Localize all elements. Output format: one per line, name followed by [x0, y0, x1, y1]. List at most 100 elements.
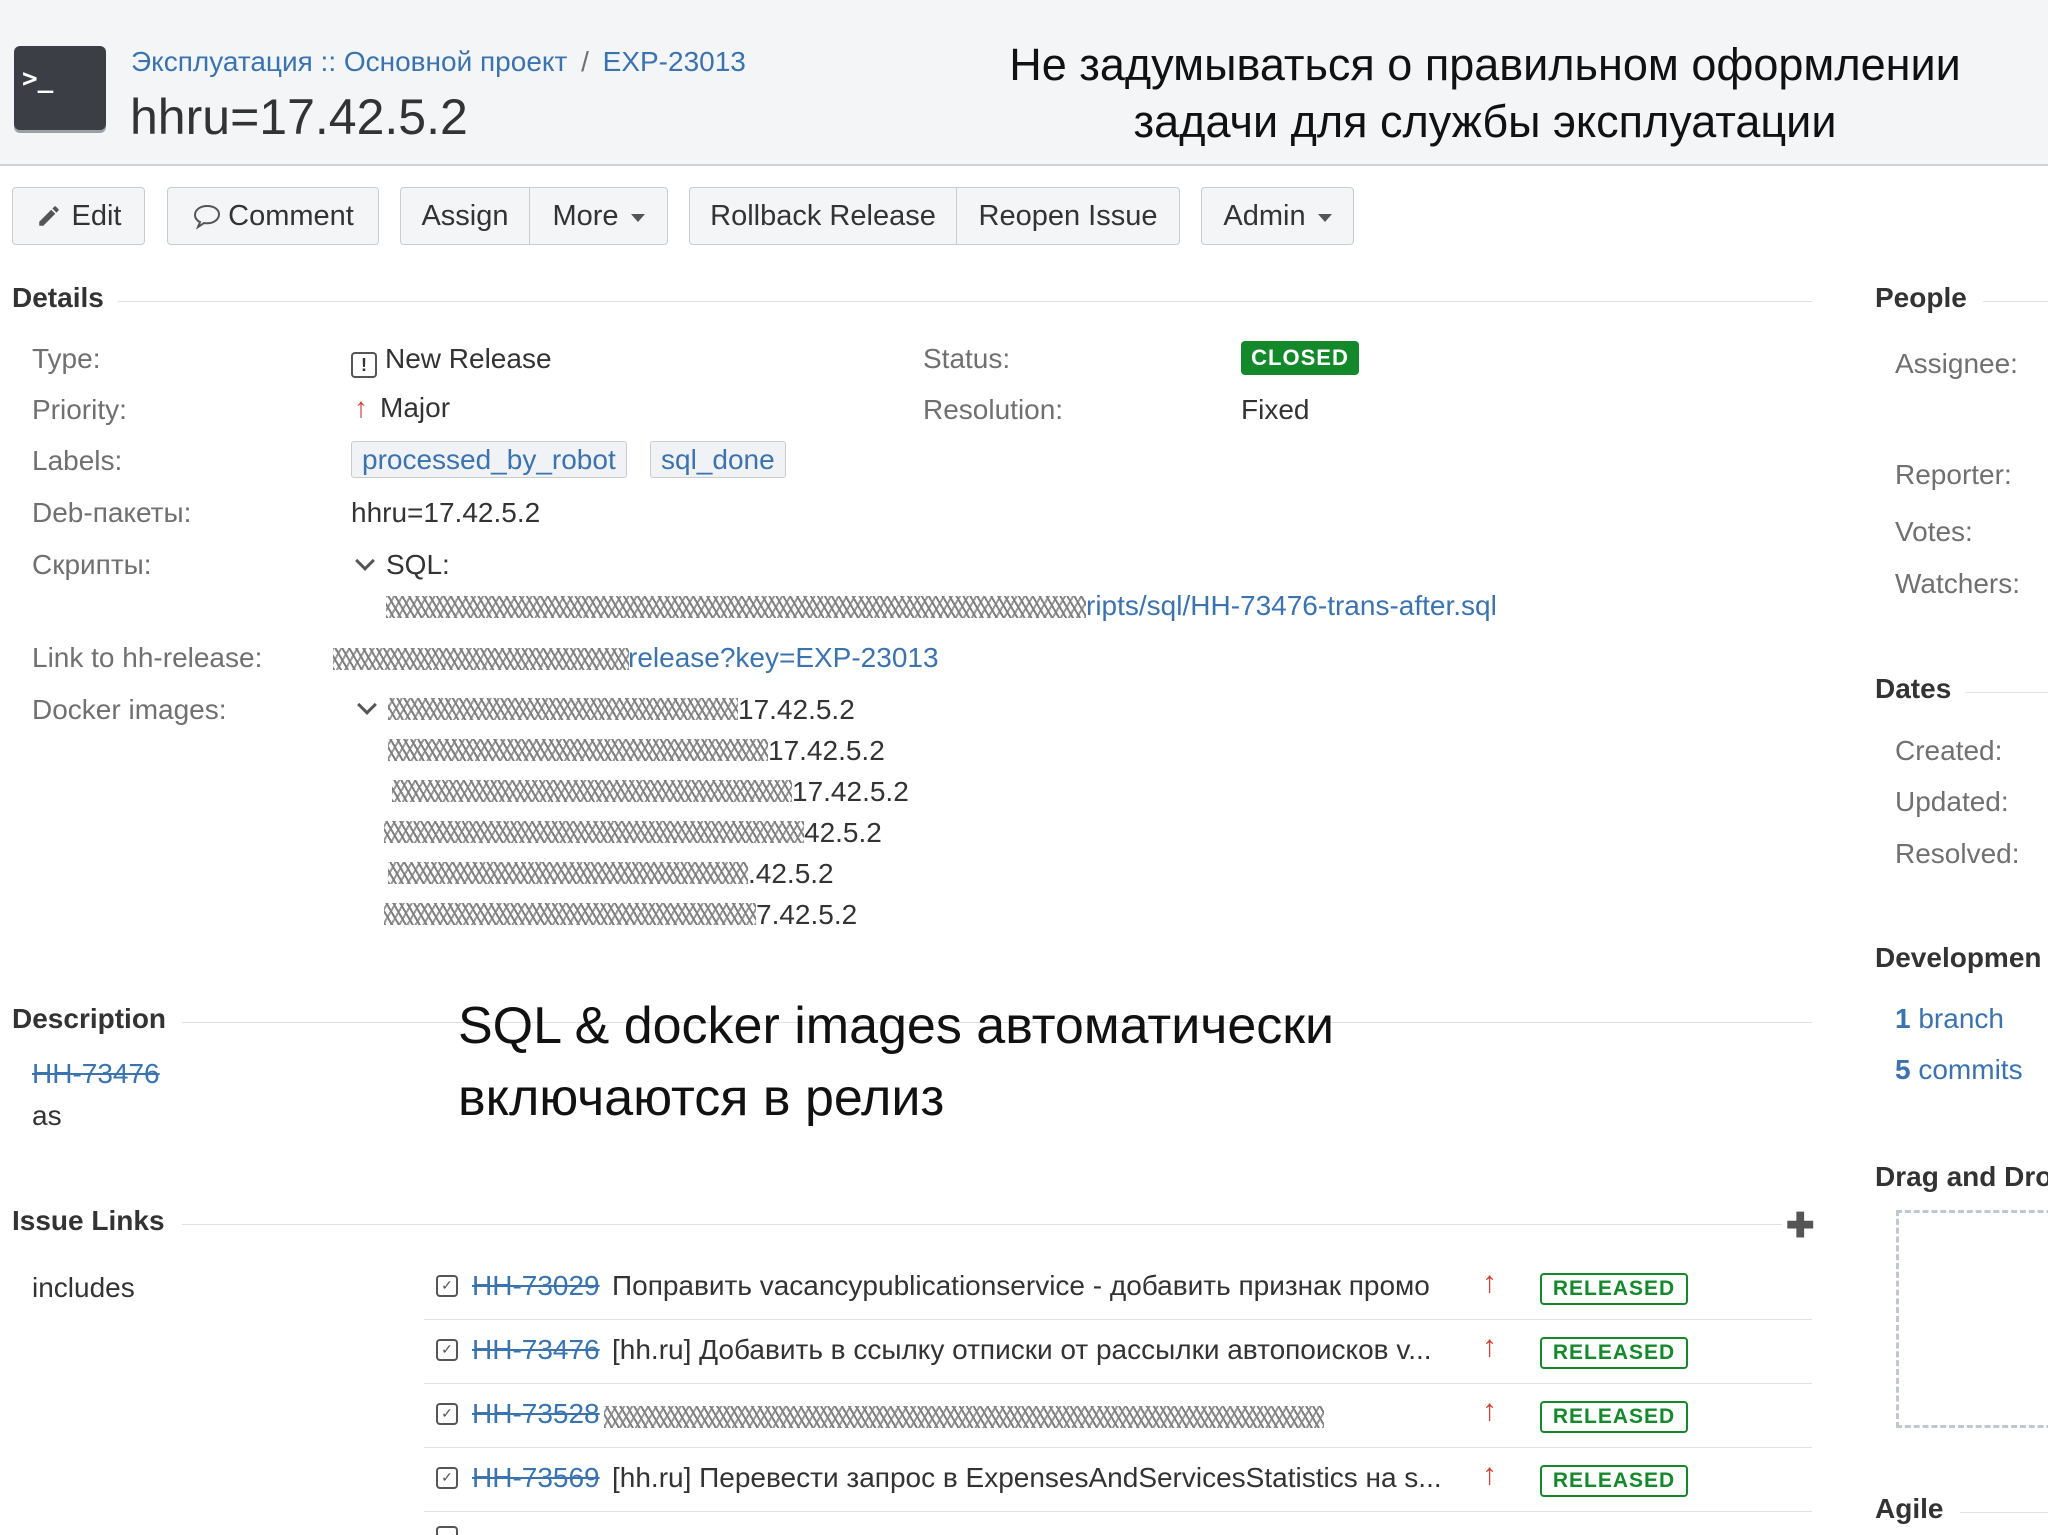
drag-drop-zone[interactable] [1896, 1210, 2048, 1428]
subtask-icon: ✓ [436, 1467, 458, 1489]
priority-value-text: Major [380, 392, 451, 423]
reopen-issue-button[interactable]: Reopen Issue [956, 187, 1180, 245]
redacted-scribble [388, 698, 738, 720]
release-link-label: Link to hh-release: [32, 642, 263, 673]
comment-button-label: Comment [228, 199, 354, 232]
description-heading[interactable]: Description [12, 1003, 166, 1035]
branch-link-label: branch [1918, 1003, 2004, 1034]
type-value: ! New Release [351, 343, 552, 378]
issue-link-row[interactable]: ✓ HH-73569 [hh.ru] Перевести запрос в Ex… [424, 1448, 1812, 1512]
development-heading[interactable]: Developmen [1875, 942, 2042, 974]
issue-link-key[interactable]: HH-73476 [472, 1334, 600, 1366]
issue-link-row-partial [424, 1520, 1812, 1535]
breadcrumb-project-link[interactable]: Эксплуатация :: Основной проект [131, 46, 567, 77]
issue-link-row[interactable]: ✓ HH-73476 [hh.ru] Добавить в ссылку отп… [424, 1320, 1812, 1384]
page-title[interactable]: hhru=17.42.5.2 [130, 88, 468, 146]
issue-link-summary[interactable]: Поправить vacancypublicationservice - до… [612, 1270, 1472, 1302]
edit-button-label: Edit [71, 199, 122, 232]
branch-link[interactable]: 1 branch [1895, 1003, 2004, 1035]
edit-button[interactable]: Edit [12, 187, 145, 245]
priority-label: Priority: [32, 394, 127, 425]
docker-image-line: 17.42.5.2 [738, 694, 855, 725]
breadcrumb: Эксплуатация :: Основной проект / EXP-23… [131, 46, 746, 78]
redacted-scribble [386, 596, 1086, 618]
redacted-scribble [604, 1406, 1324, 1428]
breadcrumb-separator: / [581, 46, 589, 77]
admin-button[interactable]: Admin [1201, 187, 1354, 245]
status-badge: CLOSED [1241, 341, 1359, 375]
chevron-down-icon [355, 551, 375, 571]
comment-button[interactable]: Comment [167, 187, 379, 245]
scripts-sql-toggle[interactable]: SQL: [354, 549, 450, 581]
sql-script-link[interactable]: ripts/sql/HH-73476-trans-after.sql [1086, 590, 1497, 622]
description-issue-link[interactable]: HH-73476 [32, 1058, 160, 1090]
branch-count: 1 [1895, 1003, 1911, 1034]
priority-major-icon: ↑ [1482, 1458, 1497, 1491]
more-button[interactable]: More [529, 187, 668, 245]
label-tag[interactable]: processed_by_robot [351, 441, 627, 478]
scripts-sql-label: SQL: [386, 549, 450, 580]
redacted-scribble [388, 739, 768, 761]
subtask-icon: ✓ [436, 1275, 458, 1297]
docker-image-line: 17.42.5.2 [768, 735, 885, 766]
chevron-down-icon [630, 214, 645, 222]
subtask-icon [436, 1526, 458, 1535]
dates-heading[interactable]: Dates [1875, 673, 1951, 705]
priority-major-icon: ↑ [354, 392, 368, 423]
project-terminal-icon[interactable]: >_ [14, 46, 106, 130]
issue-header: >_ Эксплуатация :: Основной проект / EXP… [0, 0, 2048, 166]
resolution-value: Fixed [1241, 394, 1310, 425]
issue-links-heading[interactable]: Issue Links [12, 1205, 165, 1237]
agile-heading[interactable]: Agile [1875, 1493, 1943, 1525]
status-badge: RELEASED [1540, 1337, 1688, 1369]
issue-links-divider [182, 1224, 1782, 1225]
type-value-text: New Release [385, 343, 552, 374]
docker-images-label: Docker images: [32, 694, 227, 725]
details-heading[interactable]: Details [12, 282, 104, 314]
label-tag[interactable]: sql_done [650, 441, 786, 478]
breadcrumb-issue-link[interactable]: EXP-23013 [603, 46, 746, 77]
annotation-mid-line1: SQL & docker images автоматически [458, 997, 1335, 1055]
plus-icon[interactable]: ✚ [1786, 1206, 1815, 1246]
votes-label: Votes: [1895, 516, 1973, 547]
priority-major-icon: ↑ [1482, 1266, 1497, 1299]
people-heading[interactable]: People [1875, 282, 1967, 314]
issue-link-row[interactable]: ✓ HH-73029 Поправить vacancypublications… [424, 1256, 1812, 1320]
issue-link-summary[interactable]: [hh.ru] Перевести запрос в ExpensesAndSe… [612, 1462, 1472, 1494]
docker-image-line: 42.5.2 [804, 817, 882, 848]
commits-link[interactable]: 5 commits [1895, 1054, 2023, 1086]
docker-image-line: 7.42.5.2 [756, 899, 858, 930]
issue-link-summary[interactable]: [hh.ru] Добавить в ссылку отписки от рас… [612, 1334, 1472, 1366]
release-link[interactable]: release?key=EXP-23013 [628, 642, 939, 674]
deb-packages-label: Deb-пакеты: [32, 497, 192, 528]
redacted-scribble [384, 821, 804, 843]
subtask-icon: ✓ [436, 1339, 458, 1361]
chevron-down-icon[interactable] [357, 695, 377, 715]
commits-count: 5 [1895, 1054, 1911, 1085]
issue-link-key[interactable]: HH-73569 [472, 1462, 600, 1494]
rollback-release-button[interactable]: Rollback Release [689, 187, 957, 245]
issue-link-key[interactable]: HH-73528 [472, 1398, 600, 1430]
redacted-scribble [333, 648, 629, 670]
people-divider [1983, 301, 2048, 302]
reporter-label: Reporter: [1895, 459, 2012, 490]
assign-button-label: Assign [421, 199, 509, 232]
rollback-release-label: Rollback Release [710, 199, 936, 232]
updated-label: Updated: [1895, 786, 2009, 817]
assign-button[interactable]: Assign [400, 187, 530, 245]
pencil-icon [38, 206, 59, 226]
issue-link-key[interactable]: HH-73029 [472, 1270, 600, 1302]
annotation-top: Не задумываться о правильном оформлении … [940, 36, 2030, 150]
link-relation-label: includes [32, 1272, 135, 1303]
status-badge: RELEASED [1540, 1465, 1688, 1497]
watchers-label: Watchers: [1895, 568, 2020, 599]
priority-major-icon: ↑ [1482, 1394, 1497, 1427]
annotation-mid: SQL & docker images автоматически включа… [458, 990, 1334, 1134]
status-label: Status: [923, 343, 1011, 374]
priority-value: ↑ Major [354, 392, 450, 424]
drag-drop-heading[interactable]: Drag and Dro [1875, 1161, 2048, 1193]
annotation-mid-line2: включаются в релиз [458, 1069, 945, 1127]
issue-link-row[interactable]: ✓ HH-73528 ↑ RELEASED [424, 1384, 1812, 1448]
subtask-icon: ✓ [436, 1403, 458, 1425]
created-label: Created: [1895, 735, 2003, 766]
